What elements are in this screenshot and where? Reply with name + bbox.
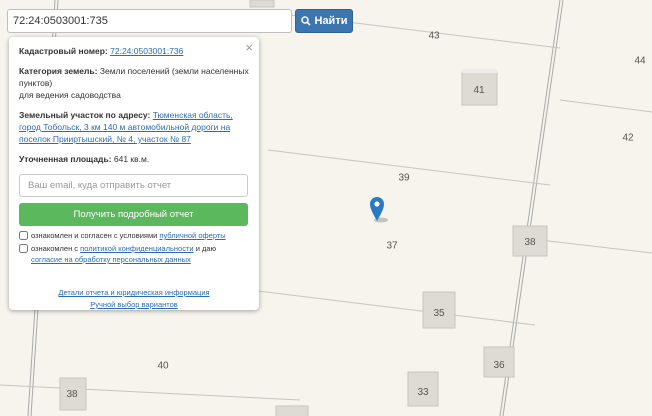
privacy-checkbox[interactable] <box>19 244 28 253</box>
offer-link[interactable]: публичной оферты <box>159 231 225 240</box>
building-41: 41 <box>461 69 498 106</box>
building-36: 36 <box>483 346 515 378</box>
privacy-consent-middle: и даю <box>195 244 217 253</box>
building-number: 36 <box>493 360 505 371</box>
cadastral-link[interactable]: 72:24:0503001:736 <box>110 46 183 56</box>
parcel-info-popup: × Кадастровый номер: 72:24:0503001:736 К… <box>9 37 259 310</box>
building-33: 33 <box>407 371 439 407</box>
area-label: Уточненная площадь: <box>19 154 112 164</box>
cadastral-row: Кадастровый номер: 72:24:0503001:736 <box>19 45 249 57</box>
plot-number: 44 <box>634 55 646 67</box>
email-field[interactable] <box>19 174 248 197</box>
get-report-button[interactable]: Получить подробный отчет <box>19 203 248 226</box>
category-row: Категория земель: Земли поселений (земли… <box>19 65 249 101</box>
building-number: 38 <box>524 237 536 248</box>
offer-checkbox[interactable] <box>19 231 28 240</box>
area-value: 641 кв.м. <box>113 154 150 164</box>
building-number: 41 <box>473 85 485 96</box>
search-icon <box>300 16 311 26</box>
search-input[interactable] <box>7 9 292 33</box>
building-number: 33 <box>417 387 429 398</box>
privacy-consent-text: ознакомлен с политикой конфиденциальност… <box>31 243 249 265</box>
category-label: Категория земель: <box>19 66 98 76</box>
plot-number: 37 <box>386 240 398 252</box>
building-38-east: 38 <box>512 225 548 257</box>
offer-consent-row: ознакомлен и согласен с условиями публич… <box>19 230 249 241</box>
offer-consent-text: ознакомлен и согласен с условиями публич… <box>31 230 226 241</box>
cadastral-label: Кадастровый номер: <box>19 46 108 56</box>
area-row: Уточненная площадь: 641 кв.м. <box>19 153 249 165</box>
search-button[interactable]: Найти <box>295 9 353 33</box>
building-35: 35 <box>422 291 456 329</box>
category-usage: для ведения садоводства <box>19 90 121 100</box>
map-marker-icon[interactable] <box>370 197 388 223</box>
bottom-links: Детали отчета и юридическая информация Р… <box>19 287 249 311</box>
close-icon[interactable]: × <box>245 40 253 55</box>
address-row: Земельный участок по адресу: Тюменская о… <box>19 109 249 145</box>
building-partial-bottom <box>275 405 309 416</box>
privacy-consent-label: ознакомлен с <box>31 244 79 253</box>
address-label: Земельный участок по адресу: <box>19 110 151 120</box>
search-button-label: Найти <box>314 15 348 27</box>
privacy-policy-link[interactable]: политикой конфиденциальности <box>80 244 193 253</box>
building-38-west: 38 <box>59 377 87 411</box>
manual-selection-link[interactable]: Ручной выбор вариантов <box>90 300 178 309</box>
building-partial-top <box>249 0 275 8</box>
privacy-consent-row: ознакомлен с политикой конфиденциальност… <box>19 243 249 265</box>
building-number: 38 <box>66 389 78 400</box>
offer-consent-label: ознакомлен и согласен с условиями <box>31 231 158 240</box>
plot-number: 39 <box>398 172 410 184</box>
plot-number: 42 <box>622 132 634 144</box>
plot-number: 43 <box>428 30 440 42</box>
personal-data-consent-link[interactable]: согласие на обработку персональных данны… <box>31 255 191 264</box>
building-number: 35 <box>433 308 445 319</box>
plot-number: 40 <box>157 360 169 372</box>
report-details-link[interactable]: Детали отчета и юридическая информация <box>58 288 209 297</box>
